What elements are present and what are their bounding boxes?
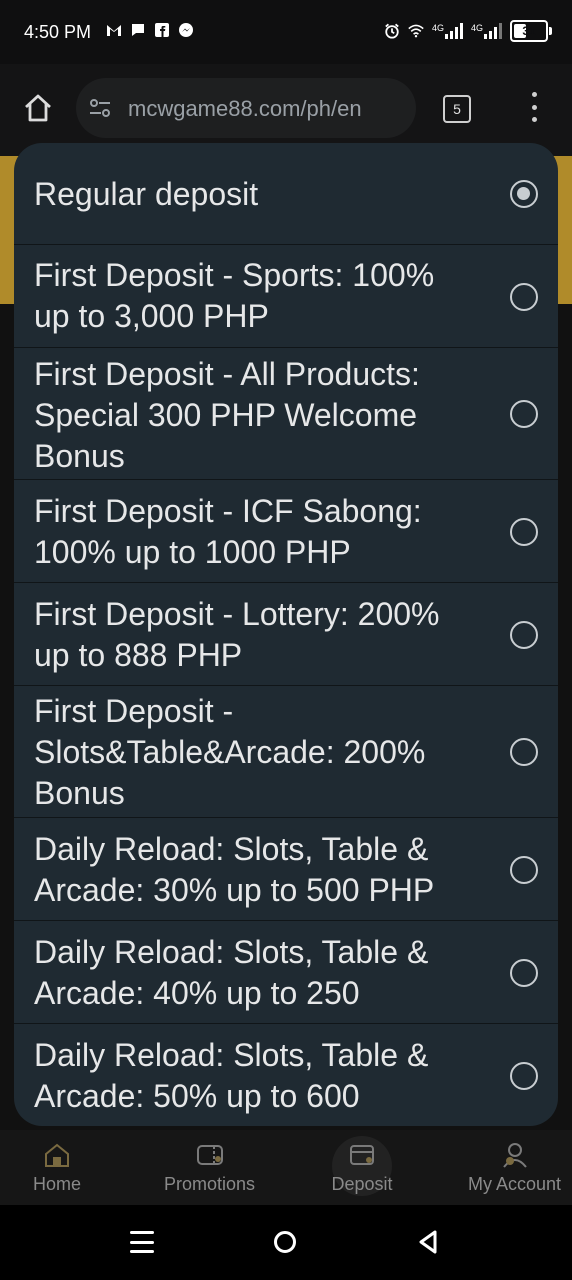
facebook-icon	[154, 22, 170, 38]
ticket-icon	[194, 1140, 226, 1170]
option-label: First Deposit - ICF Sabong: 100% up to 1…	[34, 493, 422, 570]
radio-icon[interactable]	[510, 1062, 538, 1090]
dropdown-option[interactable]: First Deposit - Lottery: 200% up to 888 …	[14, 582, 558, 685]
option-label: First Deposit - All Products: Special 30…	[34, 356, 420, 474]
option-label: Daily Reload: Slots, Table & Arcade: 30%…	[34, 831, 435, 908]
alarm-icon	[384, 23, 400, 39]
account-icon	[499, 1140, 531, 1170]
address-bar[interactable]: mcwgame88.com/ph/en	[76, 78, 416, 138]
radio-icon[interactable]	[510, 283, 538, 311]
browser-home-button[interactable]	[18, 88, 58, 128]
nav-my-account[interactable]: My Account	[462, 1140, 567, 1195]
system-navigation-bar	[0, 1205, 572, 1280]
bonus-select-dropdown: Regular deposit First Deposit - Sports: …	[14, 143, 558, 1126]
dropdown-option[interactable]: Daily Reload: Slots, Table & Arcade: 40%…	[14, 920, 558, 1023]
dropdown-option[interactable]: First Deposit - Sports: 100% up to 3,000…	[14, 244, 558, 347]
radio-icon[interactable]	[510, 621, 538, 649]
dropdown-option[interactable]: Regular deposit	[14, 143, 558, 244]
nav-promotions-label: Promotions	[163, 1174, 256, 1194]
url-text[interactable]: mcwgame88.com/ph/en	[128, 96, 413, 122]
option-label: First Deposit - Sports: 100% up to 3,000…	[34, 257, 435, 334]
nav-promotions[interactable]: Promotions	[157, 1140, 262, 1195]
site-settings-icon[interactable]	[88, 96, 112, 120]
nav-my-account-label: My Account	[467, 1174, 562, 1194]
option-label: First Deposit - Lottery: 200% up to 888 …	[34, 596, 440, 673]
dropdown-option[interactable]: First Deposit - ICF Sabong: 100% up to 1…	[14, 479, 558, 582]
system-home-button[interactable]	[274, 1231, 296, 1253]
radio-icon[interactable]	[510, 518, 538, 546]
option-label: Daily Reload: Slots, Table & Arcade: 50%…	[34, 1037, 429, 1114]
messages-icon	[130, 22, 146, 38]
radio-selected-icon[interactable]	[510, 180, 538, 208]
wallet-icon	[346, 1140, 378, 1170]
home-icon	[25, 94, 51, 122]
nav-deposit[interactable]: Deposit	[326, 1140, 398, 1195]
radio-icon[interactable]	[510, 856, 538, 884]
nav-deposit-label: Deposit	[331, 1174, 393, 1194]
option-label: Regular deposit	[34, 176, 259, 212]
radio-icon[interactable]	[510, 738, 538, 766]
nav-home-label: Home	[32, 1174, 81, 1194]
dropdown-option[interactable]: First Deposit - All Products: Special 30…	[14, 347, 558, 479]
battery-level: 31	[522, 24, 536, 38]
option-label: First Deposit - Slots&Table&Arcade: 200%…	[34, 693, 426, 811]
back-icon	[419, 1230, 437, 1254]
signal-4g-icon: 4G	[471, 23, 502, 39]
signal-4g-icon: 4G	[432, 23, 463, 39]
signal-label: 4G	[431, 23, 444, 33]
dropdown-option[interactable]: Daily Reload: Slots, Table & Arcade: 50%…	[14, 1023, 558, 1126]
wifi-icon	[408, 23, 424, 39]
battery-icon: 31	[510, 20, 552, 42]
radio-icon[interactable]	[510, 959, 538, 987]
gmail-icon	[106, 22, 122, 38]
status-bar: 4:50 PM 4G 4G 31	[0, 0, 572, 64]
dot-icon	[531, 117, 537, 122]
dot-icon	[531, 104, 537, 110]
radio-icon[interactable]	[510, 400, 538, 428]
option-label: Daily Reload: Slots, Table & Arcade: 40%…	[34, 934, 429, 1011]
dropdown-option[interactable]: First Deposit - Slots&Table&Arcade: 200%…	[14, 685, 558, 817]
bottom-navigation: Home Promotions Deposit My Account	[0, 1130, 572, 1205]
signal-label: 4G	[470, 23, 483, 33]
dropdown-option[interactable]: Daily Reload: Slots, Table & Arcade: 30%…	[14, 817, 558, 920]
status-time: 4:50 PM	[24, 22, 92, 42]
dot-icon	[531, 92, 537, 97]
home-icon	[41, 1140, 73, 1170]
back-button[interactable]	[416, 1229, 440, 1255]
messenger-icon	[178, 22, 194, 38]
tab-switcher-button[interactable]: 5	[443, 95, 471, 123]
recent-apps-button[interactable]	[130, 1231, 154, 1253]
nav-home[interactable]: Home	[22, 1140, 92, 1195]
browser-menu-button[interactable]	[524, 92, 544, 122]
